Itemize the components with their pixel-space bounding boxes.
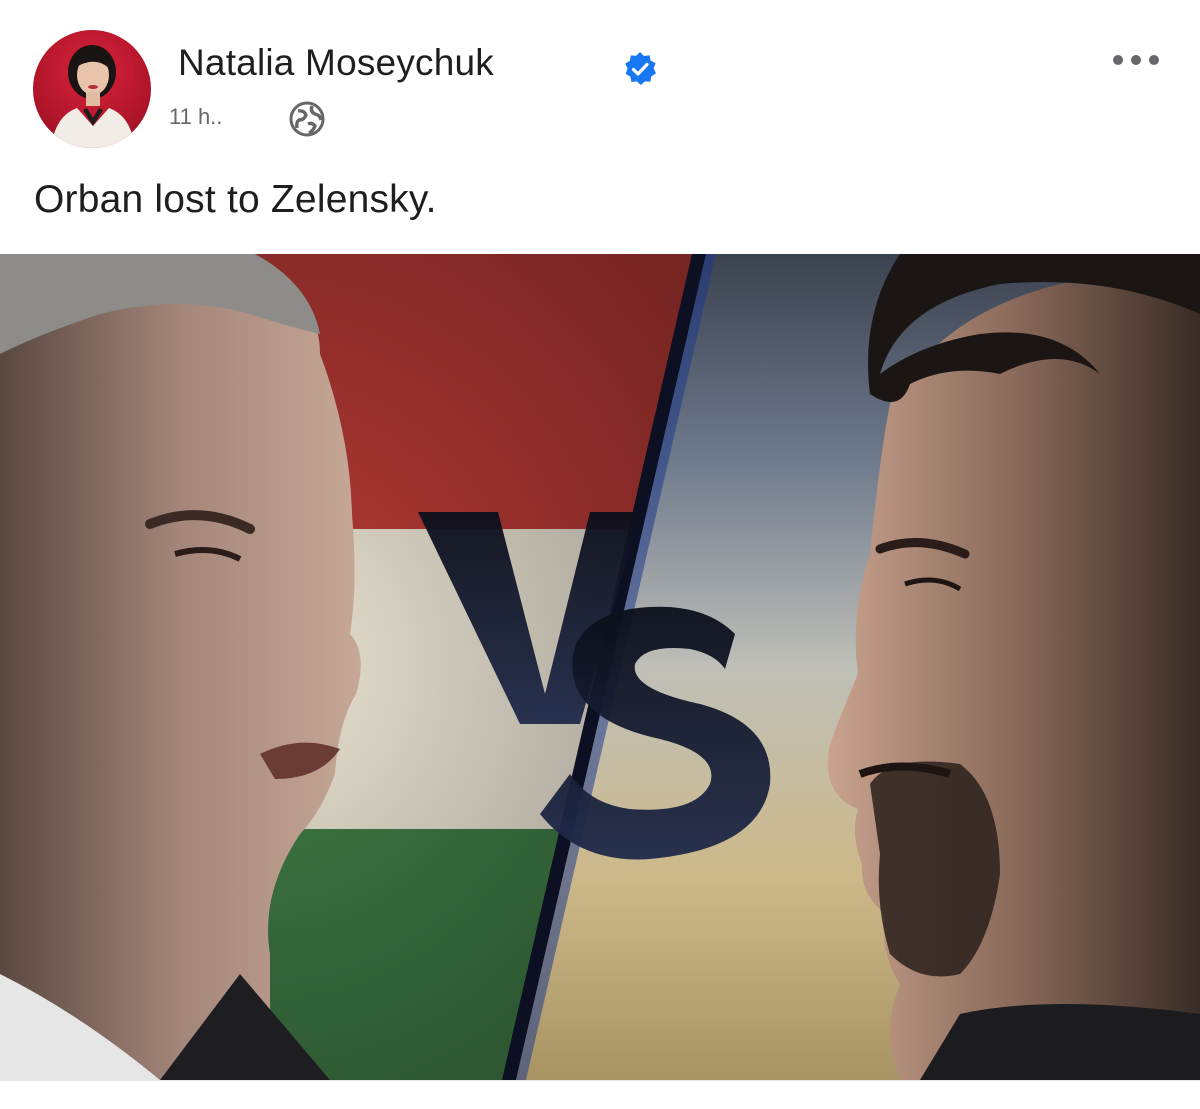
- post-timestamp[interactable]: 11 h..: [169, 104, 222, 130]
- globe-icon: [289, 101, 325, 137]
- author-name[interactable]: Natalia Moseychuk: [178, 42, 494, 84]
- post-footer-divider: [0, 1080, 1200, 1109]
- facebook-post: Natalia Moseychuk 11 h.. Orban lost to Z…: [0, 0, 1200, 1109]
- author-avatar[interactable]: [33, 30, 151, 148]
- more-options-icon[interactable]: [1108, 42, 1168, 78]
- post-caption: Orban lost to Zelensky.: [34, 178, 437, 221]
- post-header: Natalia Moseychuk 11 h..: [0, 0, 1200, 160]
- verified-badge-icon: [625, 52, 656, 85]
- post-image[interactable]: VS: [0, 254, 1200, 1080]
